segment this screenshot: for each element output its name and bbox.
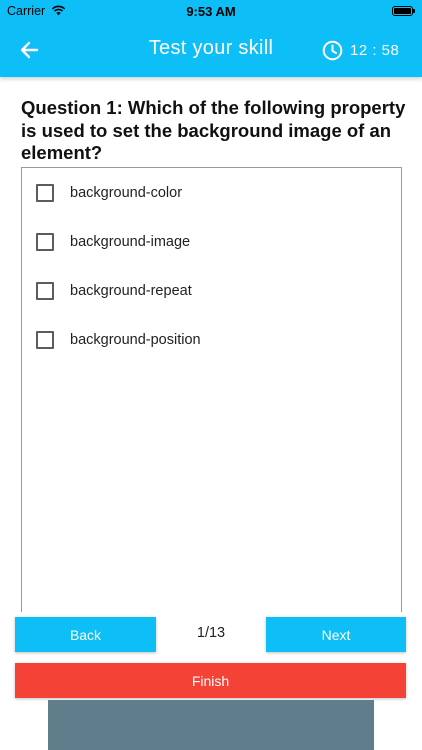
- option-label: background-repeat: [70, 283, 192, 299]
- checkbox[interactable]: [36, 233, 54, 251]
- options-panel: background-color background-image backgr…: [21, 167, 402, 612]
- countdown-timer: 12 : 58: [322, 39, 399, 61]
- next-button[interactable]: Next: [266, 617, 406, 652]
- status-time: 9:53 AM: [186, 4, 236, 19]
- option-label: background-color: [70, 185, 183, 201]
- checkbox[interactable]: [36, 331, 54, 349]
- option-background-image[interactable]: background-image: [36, 229, 376, 255]
- clock-icon: [322, 40, 343, 61]
- option-background-repeat[interactable]: background-repeat: [36, 278, 376, 304]
- back-button[interactable]: Back: [15, 617, 156, 652]
- quiz-screen: Carrier 9:53 AM Test your skill 12: 58 …: [0, 0, 422, 750]
- status-bar: Carrier 9:53 AM: [0, 0, 422, 24]
- finish-button[interactable]: Finish: [15, 663, 406, 698]
- option-background-position[interactable]: background-position: [36, 327, 376, 353]
- option-background-color[interactable]: background-color: [36, 180, 376, 206]
- page-indicator: 1/13: [196, 625, 226, 641]
- option-label: background-image: [70, 234, 191, 250]
- app-bar: Test your skill 12 : 58: [0, 24, 422, 77]
- checkbox[interactable]: [36, 184, 54, 202]
- checkbox[interactable]: [36, 282, 54, 300]
- option-label: background-position: [70, 332, 201, 348]
- header: Carrier 9:53 AM Test your skill 12: 58: [0, 0, 422, 77]
- timer-value: 12 : 58: [350, 41, 400, 59]
- ad-banner[interactable]: [48, 700, 374, 750]
- question-text: Question 1: Which of the following prope…: [21, 97, 406, 163]
- battery-icon: [392, 6, 415, 16]
